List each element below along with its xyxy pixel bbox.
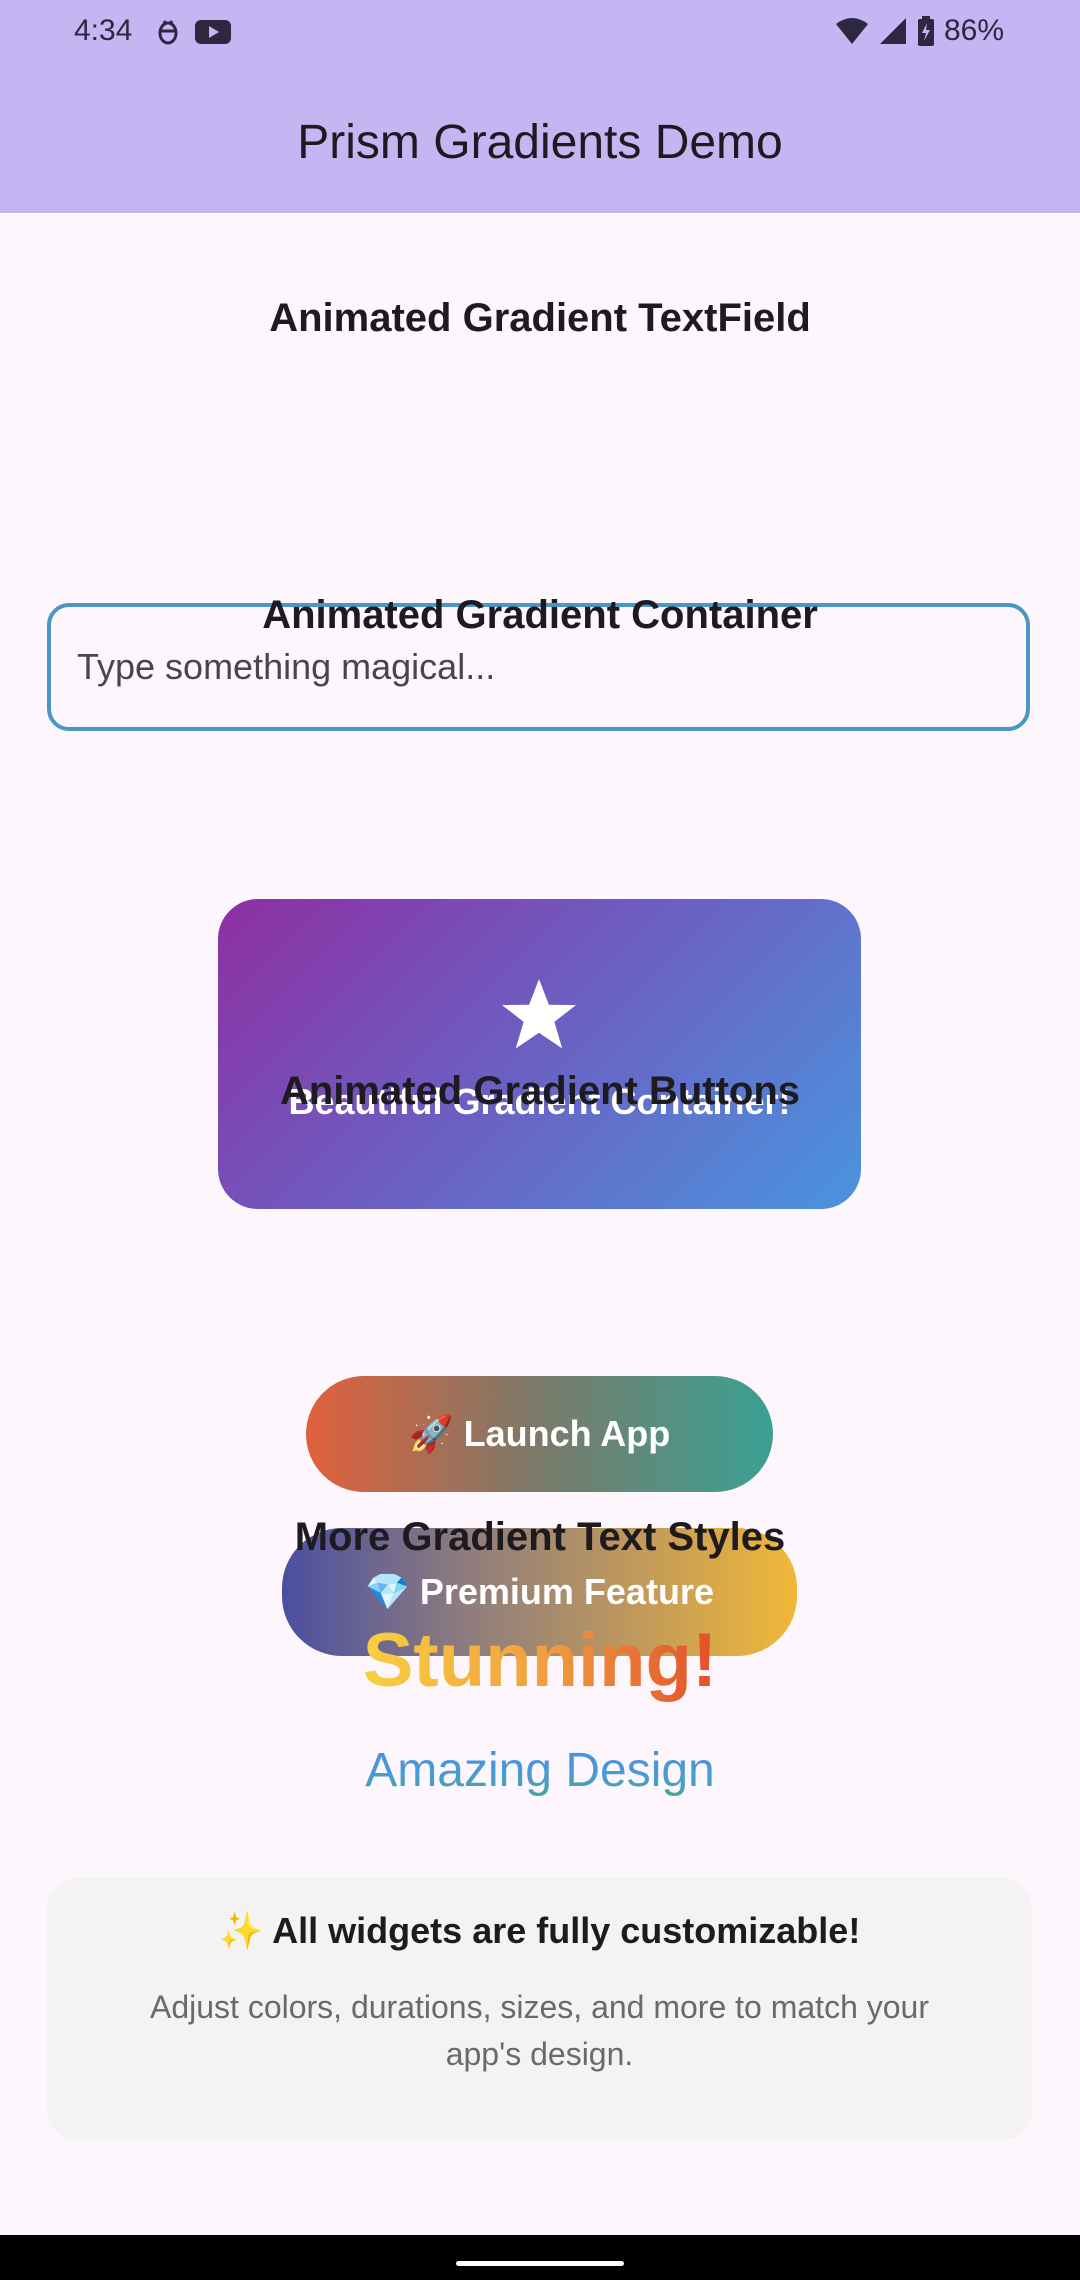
launch-app-label: Launch App	[463, 1413, 671, 1454]
gem-icon: 💎	[365, 1571, 410, 1612]
gradient-container: Beautiful Gradient Container!	[218, 899, 861, 1209]
info-card: ✨ All widgets are fully customizable! Ad…	[47, 1878, 1032, 2140]
signal-icon	[879, 18, 906, 44]
info-card-title-text: All widgets are fully customizable!	[272, 1910, 861, 1951]
section-title-container: Animated Gradient Container	[262, 593, 818, 637]
home-gesture-handle[interactable]	[456, 2261, 624, 2266]
section-title-buttons: Animated Gradient Buttons	[279, 1069, 801, 1113]
app-bar: Prism Gradients Demo	[0, 70, 1080, 213]
battery-percent: 86%	[943, 14, 1004, 47]
section-title-text-styles: More Gradient Text Styles	[294, 1515, 786, 1559]
app-title: Prism Gradients Demo	[297, 116, 783, 169]
battery-charging-icon	[917, 16, 934, 46]
star-icon	[502, 979, 576, 1049]
status-time: 4:34	[74, 14, 133, 47]
stunning-gradient-text: Stunning!	[0, 1617, 1080, 1704]
launch-app-button[interactable]: 🚀 Launch App	[306, 1376, 773, 1492]
info-card-text: Adjust colors, durations, sizes, and mor…	[149, 1989, 929, 2072]
rocket-icon: 🚀	[408, 1413, 454, 1454]
premium-feature-label: Premium Feature	[419, 1571, 714, 1612]
stunning-text: Stunning!	[362, 1618, 718, 1703]
wifi-icon	[835, 18, 868, 44]
amazing-text: Amazing Design	[365, 1744, 715, 1797]
scroll-content[interactable]: Animated Gradient TextField Animated Gra…	[0, 213, 1080, 2235]
youtube-icon	[195, 20, 231, 44]
status-right: 86%	[834, 14, 1004, 48]
info-card-title: ✨ All widgets are fully customizable!	[47, 1910, 1032, 1952]
status-left-icons	[156, 18, 232, 46]
sparkles-icon: ✨	[218, 1910, 264, 1951]
status-bar: 4:34 86%	[0, 0, 1080, 70]
debug-icon	[158, 20, 178, 45]
navigation-bar	[0, 2235, 1080, 2280]
section-title-textfield: Animated Gradient TextField	[269, 296, 811, 340]
amazing-gradient-text: Amazing Design	[0, 1743, 1080, 1798]
